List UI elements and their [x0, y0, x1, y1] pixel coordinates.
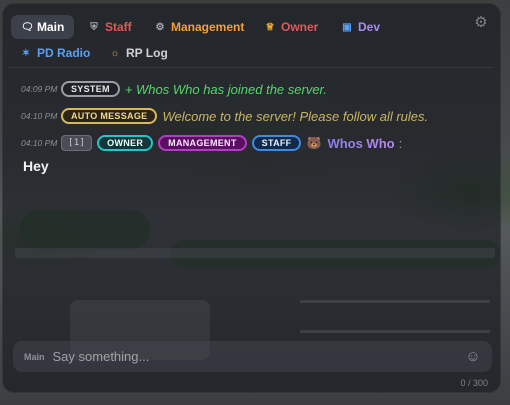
channel-tabs: 🗨 Main ⛨ Staff ⚙ Management ♕ Owner ▣ De… — [9, 11, 494, 68]
emoji-icon[interactable]: ☺ — [464, 348, 482, 366]
message-list: 04:09 PM SYSTEM + Whos Who has joined th… — [21, 78, 486, 159]
message-time: 04:10 PM — [21, 138, 58, 148]
owner-role-badge: OWNER — [97, 135, 154, 151]
chat-bubble-icon: 🗨 — [21, 21, 34, 33]
tab-rp-log[interactable]: ☼ RP Log — [100, 41, 178, 65]
tab-owner[interactable]: ♕ Owner — [255, 15, 328, 39]
message-author[interactable]: Whos Who — [327, 136, 394, 151]
auto-message-text: Welcome to the server! Please follow all… — [162, 108, 429, 124]
chat-message-body: Hey — [23, 158, 49, 174]
tab-dev[interactable]: ▣ Dev — [332, 15, 390, 39]
system-badge: SYSTEM — [61, 81, 120, 97]
tab-pd-radio[interactable]: ✶ PD Radio — [11, 41, 100, 65]
tab-main[interactable]: 🗨 Main — [11, 15, 75, 39]
chat-input-bar: Main ☺ — [13, 341, 492, 372]
tab-management[interactable]: ⚙ Management — [145, 15, 254, 39]
staff-role-badge: STAFF — [251, 135, 302, 151]
tab-staff[interactable]: ⛨ Staff — [79, 15, 142, 39]
gear-icon: ⚙ — [155, 21, 165, 33]
settings-gear-icon[interactable]: ⚙ — [472, 14, 490, 32]
system-message-text: + Whos Who has joined the server. — [124, 81, 328, 97]
auto-message: 04:10 PM AUTO MESSAGE Welcome to the ser… — [21, 105, 486, 127]
chat-input[interactable] — [50, 348, 464, 365]
input-channel-tag: Main — [24, 351, 45, 362]
mask-icon: ☼ — [110, 47, 120, 59]
chat-message: 04:10 PM [1] OWNER MANAGEMENT STAFF 🐻 Wh… — [21, 132, 486, 154]
raccoon-icon: 🐻 — [306, 136, 322, 150]
crown-icon: ♕ — [265, 21, 275, 33]
monitor-icon: ▣ — [342, 21, 352, 33]
player-id-badge: [1] — [61, 135, 93, 151]
system-message: 04:09 PM SYSTEM + Whos Who has joined th… — [21, 78, 486, 100]
police-icon: ✶ — [21, 47, 31, 59]
shield-icon: ⛨ — [90, 21, 98, 33]
message-time: 04:10 PM — [21, 111, 58, 121]
auto-message-badge: AUTO MESSAGE — [61, 108, 158, 124]
author-separator: : — [398, 135, 403, 151]
chat-panel: 🗨 Main ⛨ Staff ⚙ Management ♕ Owner ▣ De… — [2, 3, 501, 393]
management-role-badge: MANAGEMENT — [158, 135, 247, 151]
message-time: 04:09 PM — [21, 84, 58, 94]
character-counter: 0 / 300 — [460, 378, 488, 388]
